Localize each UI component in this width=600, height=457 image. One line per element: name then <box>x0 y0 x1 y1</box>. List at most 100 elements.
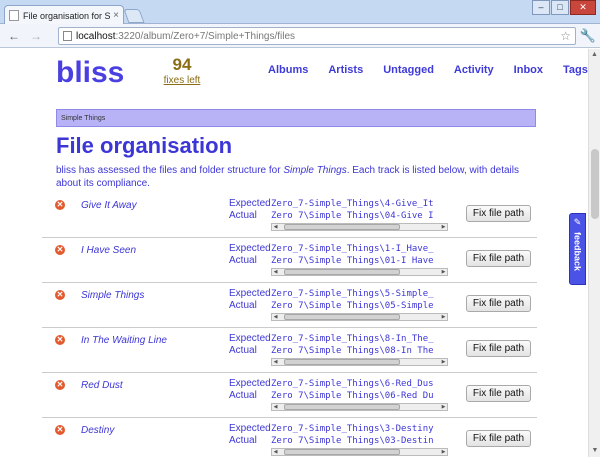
bookmark-star-icon[interactable]: ☆ <box>560 29 571 43</box>
browser-tab[interactable]: File organisation for Simpl × <box>4 5 124 25</box>
nav-untagged[interactable]: Untagged <box>383 64 434 76</box>
feedback-tab[interactable]: ✎ feedback <box>569 213 586 285</box>
track-name: Destiny <box>81 425 115 436</box>
nav-artists[interactable]: Artists <box>328 64 363 76</box>
fix-file-path-button[interactable]: Fix file path <box>466 340 531 357</box>
fixes-left-link[interactable]: fixes left <box>162 75 202 86</box>
path-labels: Expected Actual <box>229 378 271 402</box>
track-name: Give It Away <box>81 200 137 211</box>
expected-path: Zero_7-Simple_Things\1-I_Have_ <box>271 244 434 254</box>
forward-button[interactable]: → <box>28 28 44 44</box>
path-scroll-thumb[interactable] <box>284 269 400 275</box>
browser-tab-strip: File organisation for Simpl × – □ ✕ <box>0 0 600 25</box>
scroll-down-icon[interactable]: ▼ <box>589 445 600 457</box>
scroll-left-icon[interactable]: ◀ <box>272 314 279 320</box>
scroll-left-icon[interactable]: ◀ <box>272 404 279 410</box>
close-tab-icon[interactable]: × <box>113 10 119 21</box>
path-scrollbar[interactable]: ◀ ▶ <box>271 223 448 231</box>
actual-label: Actual <box>229 210 257 221</box>
path-scroll-thumb[interactable] <box>284 449 400 455</box>
scroll-left-icon[interactable]: ◀ <box>272 224 279 230</box>
actual-label: Actual <box>229 300 257 311</box>
path-scroll-thumb[interactable] <box>284 404 400 410</box>
track-row: ✕ I Have Seen Expected Actual Zero_7-Simple_… <box>42 238 537 283</box>
intro-text: bliss has assessed the files and folder … <box>56 164 536 190</box>
main-nav: Albums Artists Untagged Activity Inbox T… <box>268 64 588 76</box>
path-scroll-thumb[interactable] <box>284 314 400 320</box>
path-values: Zero_7-Simple_Things\3-Destiny Zero 7\Sim… <box>271 423 448 447</box>
path-labels: Expected Actual <box>229 333 271 357</box>
nav-inbox[interactable]: Inbox <box>514 64 543 76</box>
scroll-left-icon[interactable]: ◀ <box>272 269 279 275</box>
path-values: Zero_7-Simple_Things\4-Give_It Zero 7\Sim… <box>271 198 448 222</box>
track-row: ✕ In The Waiting Line Expected Actual Zero_7… <box>42 328 537 373</box>
feedback-icon: ✎ <box>573 217 582 227</box>
fix-file-path-button[interactable]: Fix file path <box>466 430 531 447</box>
new-tab-button[interactable] <box>123 9 145 23</box>
track-name: Simple Things <box>81 290 145 301</box>
expected-path: Zero_7-Simple_Things\8-In_The_ <box>271 334 434 344</box>
scroll-right-icon[interactable]: ▶ <box>440 224 447 230</box>
window-controls: – □ ✕ <box>531 0 596 15</box>
intro-album: Simple Things <box>283 165 347 176</box>
maximize-button[interactable]: □ <box>551 0 569 15</box>
page-scrollbar[interactable]: ▲ ▼ <box>588 49 600 457</box>
actual-label: Actual <box>229 345 257 356</box>
expected-path: Zero_7-Simple_Things\5-Simple_ <box>271 289 434 299</box>
nav-albums[interactable]: Albums <box>268 64 308 76</box>
path-scroll-thumb[interactable] <box>284 224 400 230</box>
path-labels: Expected Actual <box>229 288 271 312</box>
path-labels: Expected Actual <box>229 423 271 447</box>
nav-tags[interactable]: Tags <box>563 64 588 76</box>
scroll-left-icon[interactable]: ◀ <box>272 359 279 365</box>
track-name: I Have Seen <box>81 245 137 256</box>
actual-path: Zero 7\Simple Things\01-I Have <box>271 256 434 266</box>
breadcrumb[interactable]: Simple Things <box>56 109 536 127</box>
minimize-button[interactable]: – <box>532 0 550 15</box>
fix-file-path-button[interactable]: Fix file path <box>466 205 531 222</box>
actual-path: Zero 7\Simple Things\03-Destin <box>271 436 434 446</box>
scroll-right-icon[interactable]: ▶ <box>440 314 447 320</box>
actual-label: Actual <box>229 390 257 401</box>
expected-path: Zero_7-Simple_Things\3-Destiny <box>271 424 434 434</box>
logo[interactable]: bliss <box>56 56 124 90</box>
actual-label: Actual <box>229 435 257 446</box>
path-scrollbar[interactable]: ◀ ▶ <box>271 268 448 276</box>
track-name: In The Waiting Line <box>81 335 167 346</box>
scroll-right-icon[interactable]: ▶ <box>440 359 447 365</box>
error-icon: ✕ <box>55 380 65 390</box>
scroll-right-icon[interactable]: ▶ <box>440 404 447 410</box>
path-values: Zero_7-Simple_Things\8-In_The_ Zero 7\Sim… <box>271 333 448 357</box>
expected-label: Expected <box>229 198 271 209</box>
path-scrollbar[interactable]: ◀ ▶ <box>271 403 448 411</box>
wrench-menu-icon[interactable]: 🔧 <box>580 28 596 44</box>
actual-path: Zero 7\Simple Things\06-Red Du <box>271 391 434 401</box>
close-window-button[interactable]: ✕ <box>570 0 596 15</box>
path-values: Zero_7-Simple_Things\1-I_Have_ Zero 7\Sim… <box>271 243 448 267</box>
address-bar[interactable]: localhost:3220/album/Zero+7/Simple+Thing… <box>58 27 576 45</box>
track-name: Red Dust <box>81 380 123 391</box>
path-scrollbar[interactable]: ◀ ▶ <box>271 358 448 366</box>
track-row: ✕ Destiny Expected Actual Zero_7-Simple_Thin… <box>42 418 537 457</box>
page-icon <box>63 31 72 41</box>
fix-file-path-button[interactable]: Fix file path <box>466 250 531 267</box>
path-scrollbar[interactable]: ◀ ▶ <box>271 448 448 456</box>
path-labels: Expected Actual <box>229 198 271 222</box>
scroll-thumb[interactable] <box>591 149 599 219</box>
fix-file-path-button[interactable]: Fix file path <box>466 295 531 312</box>
path-scroll-thumb[interactable] <box>284 359 400 365</box>
fix-file-path-button[interactable]: Fix file path <box>466 385 531 402</box>
scroll-left-icon[interactable]: ◀ <box>272 449 279 455</box>
expected-path: Zero_7-Simple_Things\6-Red_Dus <box>271 379 434 389</box>
nav-activity[interactable]: Activity <box>454 64 494 76</box>
expected-label: Expected <box>229 423 271 434</box>
scroll-right-icon[interactable]: ▶ <box>440 449 447 455</box>
error-icon: ✕ <box>55 425 65 435</box>
path-scrollbar[interactable]: ◀ ▶ <box>271 313 448 321</box>
scroll-right-icon[interactable]: ▶ <box>440 269 447 275</box>
expected-label: Expected <box>229 288 271 299</box>
error-icon: ✕ <box>55 200 65 210</box>
back-button[interactable]: ← <box>6 28 22 44</box>
fixes-counter[interactable]: 94 fixes left <box>162 55 202 86</box>
scroll-up-icon[interactable]: ▲ <box>589 49 600 61</box>
